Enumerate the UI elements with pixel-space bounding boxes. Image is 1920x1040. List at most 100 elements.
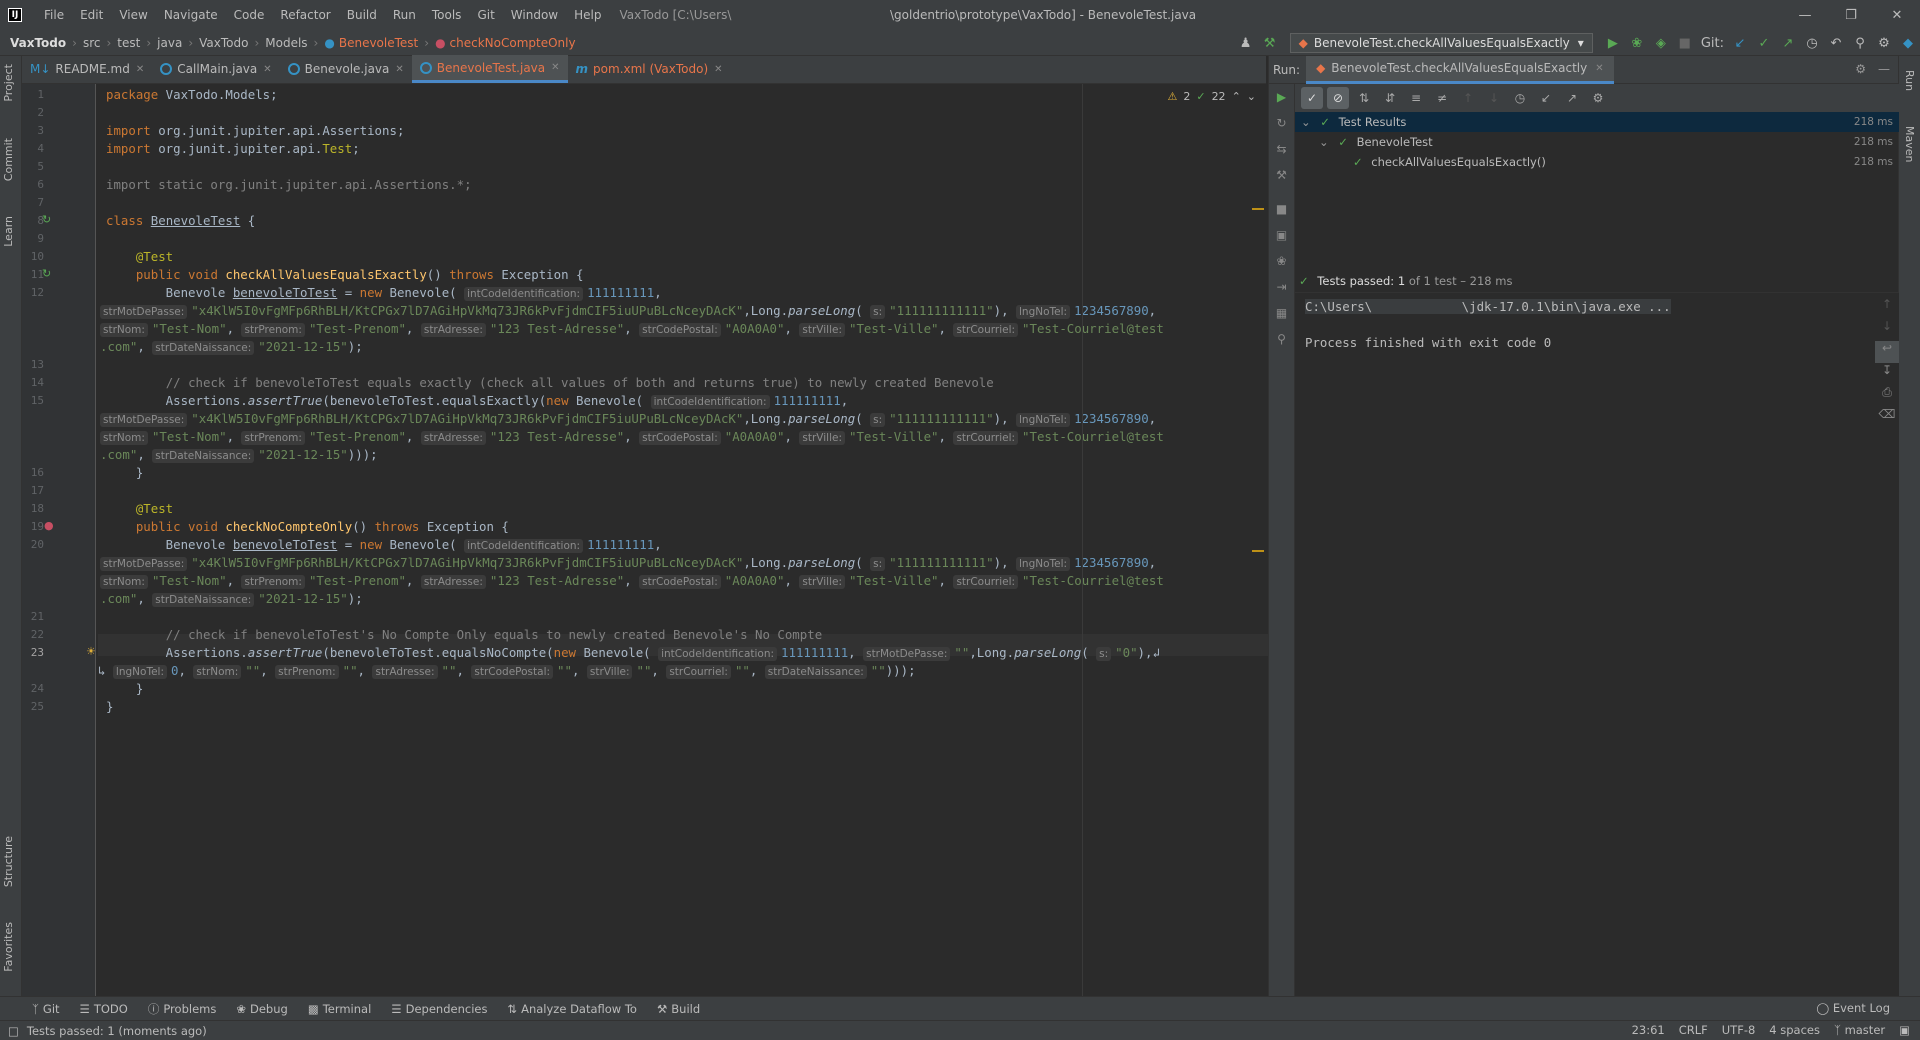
camera-icon[interactable]: ▣ xyxy=(1269,222,1294,248)
event-log-button[interactable]: ◯ Event Log xyxy=(1816,1001,1890,1015)
menu-view[interactable]: View xyxy=(111,8,155,22)
close-icon[interactable]: ✕ xyxy=(1874,0,1920,30)
stop-icon[interactable]: ■ xyxy=(1269,196,1294,222)
coverage-icon[interactable]: ◈ xyxy=(1649,31,1673,55)
tool-todo[interactable]: ☰ TODO xyxy=(70,1002,138,1016)
chevron-down-icon[interactable]: ⌄ xyxy=(1319,135,1329,149)
toggle-auto-test-icon[interactable]: ⇆ xyxy=(1269,136,1294,162)
tool-tab-learn[interactable]: Learn xyxy=(2,216,15,247)
menu-help[interactable]: Help xyxy=(566,8,609,22)
build-hammer-icon[interactable]: ⚒ xyxy=(1258,31,1282,55)
git-update-icon[interactable]: ↙ xyxy=(1728,31,1752,55)
tool-build[interactable]: ⚒ Build xyxy=(647,1002,710,1016)
chevron-down-icon[interactable]: ⌄ xyxy=(1301,115,1311,129)
test-history-icon[interactable]: ◷ xyxy=(1509,87,1531,109)
trash-icon[interactable]: ⌫ xyxy=(1875,407,1899,429)
crumb-java[interactable]: java xyxy=(157,36,182,50)
close-tab-icon[interactable]: ✕ xyxy=(136,64,144,75)
print-icon[interactable]: ⎙ xyxy=(1875,385,1899,407)
menu-run[interactable]: Run xyxy=(385,8,424,22)
tree-row-test-method[interactable]: ✓ checkAllValuesEqualsExactly() 218 ms xyxy=(1295,152,1899,172)
menu-refactor[interactable]: Refactor xyxy=(272,8,338,22)
debug-icon[interactable]: ❀ xyxy=(1269,248,1294,274)
exit-icon[interactable]: ⇥ xyxy=(1269,274,1294,300)
crumb-project[interactable]: VaxTodo xyxy=(10,36,66,50)
line-separator[interactable]: CRLF xyxy=(1679,1023,1708,1037)
menu-window[interactable]: Window xyxy=(503,8,566,22)
tool-tab-project[interactable]: Project xyxy=(2,64,15,102)
rerun-icon[interactable]: ▶ xyxy=(1269,84,1294,110)
toolbox-icon[interactable]: ◆ xyxy=(1896,31,1920,55)
tool-tab-run[interactable]: Run xyxy=(1903,70,1916,91)
user-icon[interactable]: ♟ xyxy=(1234,31,1258,55)
console-output[interactable]: C:\Users\ \jdk-17.0.1\bin\java.exe ... P… xyxy=(1295,292,1899,996)
history-icon[interactable]: ◷ xyxy=(1800,31,1824,55)
scroll-down-icon[interactable]: ↓ xyxy=(1875,319,1899,341)
status-message[interactable]: Tests passed: 1 (moments ago) xyxy=(27,1024,207,1038)
export-tests-icon[interactable]: ↗ xyxy=(1561,87,1583,109)
warning-stripe[interactable] xyxy=(1252,208,1264,210)
run-test-gutter-icon[interactable]: ↻ xyxy=(42,267,51,280)
intention-bulb-icon[interactable]: ☀ xyxy=(86,645,96,658)
show-passed-icon[interactable]: ✓ xyxy=(1301,87,1323,109)
intellij-logo-icon[interactable]: IJ xyxy=(8,8,22,22)
tool-tab-commit[interactable]: Commit xyxy=(2,138,15,181)
tree-row-test-results[interactable]: ⌄ ✓ Test Results 218 ms xyxy=(1295,112,1899,132)
menu-code[interactable]: Code xyxy=(226,8,273,22)
lock-icon[interactable]: ▣ xyxy=(1899,1023,1910,1037)
settings-gear-icon[interactable]: ⚙ xyxy=(1587,87,1609,109)
caret-position[interactable]: 23:61 xyxy=(1632,1023,1665,1037)
close-tab-icon[interactable]: ✕ xyxy=(1595,63,1603,74)
tool-git[interactable]: ᛉ Git xyxy=(22,1002,70,1016)
tool-problems[interactable]: ⓘ Problems xyxy=(138,1001,227,1017)
tab-benevoletest[interactable]: BenevoleTest.java ✕ xyxy=(411,55,568,83)
wrench-icon[interactable]: ⚒ xyxy=(1269,162,1294,188)
rollback-icon[interactable]: ↶ xyxy=(1824,31,1848,55)
menu-build[interactable]: Build xyxy=(339,8,385,22)
crumb-models[interactable]: Models xyxy=(265,36,307,50)
next-failed-icon[interactable]: ↓ xyxy=(1483,87,1505,109)
run-configuration-select[interactable]: ◆ BenevoleTest.checkAllValuesEqualsExact… xyxy=(1289,33,1593,53)
layout-icon[interactable]: ▦ xyxy=(1269,300,1294,326)
close-tab-icon[interactable]: ✕ xyxy=(551,62,559,73)
git-commit-icon[interactable]: ✓ xyxy=(1752,31,1776,55)
file-encoding[interactable]: UTF-8 xyxy=(1722,1023,1756,1037)
close-tab-icon[interactable]: ✕ xyxy=(714,64,722,75)
settings-gear-icon[interactable]: ⚙ xyxy=(1855,62,1866,76)
tab-pom[interactable]: m pom.xml (VaxTodo) ✕ xyxy=(568,55,731,83)
close-tab-icon[interactable]: ✕ xyxy=(263,64,271,75)
import-tests-icon[interactable]: ↙ xyxy=(1535,87,1557,109)
breakpoint-gutter-icon[interactable]: ● xyxy=(44,519,54,532)
git-branch[interactable]: ᛉ master xyxy=(1834,1023,1885,1037)
run-icon[interactable]: ▶ xyxy=(1601,31,1625,55)
tool-terminal[interactable]: ▩ Terminal xyxy=(298,1002,381,1016)
menu-edit[interactable]: Edit xyxy=(72,8,111,22)
menu-tools[interactable]: Tools xyxy=(424,8,470,22)
stop-icon[interactable]: ■ xyxy=(1673,31,1697,55)
tab-benevole[interactable]: Benevole.java ✕ xyxy=(280,55,412,83)
crumb-src[interactable]: src xyxy=(83,36,101,50)
crumb-class[interactable]: BenevoleTest xyxy=(339,36,418,50)
menu-navigate[interactable]: Navigate xyxy=(156,8,226,22)
prev-failed-icon[interactable]: ↑ xyxy=(1457,87,1479,109)
sort-duration-icon[interactable]: ⇵ xyxy=(1379,87,1401,109)
settings-gear-icon[interactable]: ⚙ xyxy=(1872,31,1896,55)
status-panel-icon[interactable]: □ xyxy=(8,1024,19,1038)
git-push-icon[interactable]: ↗ xyxy=(1776,31,1800,55)
line-number-gutter[interactable]: 1 2 3 4 5 6 7 8 9 10 11 12 13 14 15 16 17 18 19 20 21 22 23 24 2… xyxy=(22,84,96,996)
show-ignored-icon[interactable]: ⊘ xyxy=(1327,87,1349,109)
indent-setting[interactable]: 4 spaces xyxy=(1769,1023,1820,1037)
collapse-all-icon[interactable]: ≠ xyxy=(1431,87,1453,109)
debug-icon[interactable]: ❀ xyxy=(1625,31,1649,55)
tree-row-benevoletest[interactable]: ⌄ ✓ BenevoleTest 218 ms xyxy=(1295,132,1899,152)
tab-callmain[interactable]: CallMain.java ✕ xyxy=(152,55,279,83)
menu-git[interactable]: Git xyxy=(469,8,502,22)
rerun-failed-icon[interactable]: ↻ xyxy=(1269,110,1294,136)
tool-tab-favorites[interactable]: Favorites xyxy=(2,922,15,972)
tool-tab-maven[interactable]: Maven xyxy=(1903,126,1916,162)
run-class-gutter-icon[interactable]: ↻ xyxy=(42,213,51,226)
menu-file[interactable]: File xyxy=(36,8,72,22)
crumb-method[interactable]: checkNoCompteOnly xyxy=(450,36,576,50)
run-tab[interactable]: ◆ BenevoleTest.checkAllValuesEqualsExact… xyxy=(1306,55,1614,84)
hide-icon[interactable]: — xyxy=(1878,62,1890,76)
